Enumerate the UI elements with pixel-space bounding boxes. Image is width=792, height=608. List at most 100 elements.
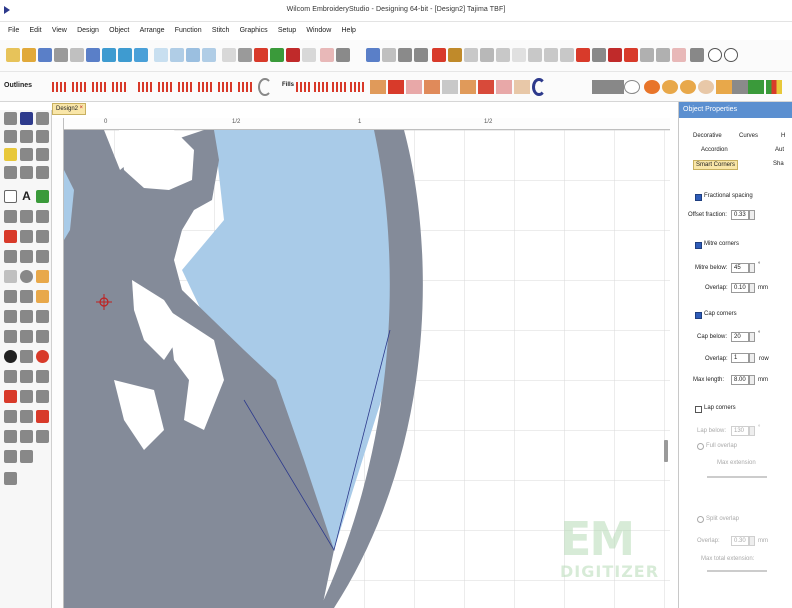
3d-icon[interactable] <box>640 48 654 62</box>
rectangle-icon[interactable] <box>4 190 17 203</box>
max-length-field[interactable]: 8.00 <box>731 375 749 385</box>
tool-icon[interactable] <box>20 430 33 443</box>
monogram-icon[interactable] <box>36 190 49 203</box>
mitre-corners-checkbox[interactable] <box>695 242 702 249</box>
fractional-spacing-checkbox[interactable] <box>695 194 702 201</box>
transform-icon[interactable] <box>36 130 49 143</box>
tool-icon[interactable] <box>4 350 17 363</box>
document-tab[interactable]: Design2 × <box>52 103 86 115</box>
tool-icon[interactable] <box>20 390 33 403</box>
tool-icon[interactable] <box>20 410 33 423</box>
open-folder-icon[interactable] <box>22 48 36 62</box>
cap-corners-checkbox[interactable] <box>695 312 702 319</box>
tool-icon[interactable] <box>36 410 49 423</box>
curve-icon[interactable] <box>258 78 272 96</box>
tool-icon[interactable] <box>36 390 49 403</box>
reshape-icon[interactable] <box>366 48 380 62</box>
tool-icon[interactable] <box>4 250 17 263</box>
stitch-effect-icon[interactable] <box>480 48 494 62</box>
fill-radial-icon[interactable] <box>496 80 512 94</box>
tool-icon[interactable] <box>20 330 33 343</box>
copy-icon[interactable] <box>86 48 100 62</box>
appliqué-icon[interactable] <box>624 48 638 62</box>
tool-icon[interactable] <box>20 450 33 463</box>
stitch-effect-icon[interactable] <box>448 48 462 62</box>
pattern-icon[interactable] <box>414 48 428 62</box>
stitch-effect-icon[interactable] <box>512 48 526 62</box>
tool-icon[interactable] <box>20 270 33 283</box>
spinner-icon[interactable] <box>749 210 755 220</box>
menu-setup[interactable]: Setup <box>274 24 300 37</box>
select-arrow-icon[interactable] <box>20 112 33 125</box>
fill-trapunto-icon[interactable] <box>460 80 476 94</box>
split-overlap-radio[interactable] <box>697 516 704 523</box>
outline-satin-icon[interactable] <box>158 82 174 92</box>
trim-icon[interactable] <box>336 48 350 62</box>
travel-icon[interactable] <box>320 48 334 62</box>
menu-window[interactable]: Window <box>302 24 335 37</box>
leaf-icon[interactable] <box>662 80 678 94</box>
arrow-icon[interactable] <box>748 80 764 94</box>
max-extension-slider[interactable] <box>707 476 767 478</box>
pen-icon[interactable] <box>592 80 608 94</box>
tool-icon[interactable] <box>4 430 17 443</box>
leaf-icon[interactable] <box>644 80 660 94</box>
tool-icon[interactable] <box>36 350 49 363</box>
ellipse-icon[interactable] <box>624 80 640 94</box>
knife-icon[interactable] <box>382 48 396 62</box>
rotate-icon[interactable] <box>4 130 17 143</box>
tool-icon[interactable] <box>20 230 33 243</box>
spinner-icon[interactable] <box>749 283 755 293</box>
tool-icon[interactable] <box>4 390 17 403</box>
menu-design[interactable]: Design <box>73 24 103 37</box>
fill-icon[interactable] <box>432 48 446 62</box>
tool-icon[interactable] <box>4 450 17 463</box>
tab-h[interactable]: H <box>779 132 787 140</box>
cursor-icon[interactable] <box>690 48 704 62</box>
max-total-extension-slider[interactable] <box>707 570 767 572</box>
mitre-overlap-field[interactable]: 0.10 <box>731 283 749 293</box>
color-palette-icon[interactable] <box>766 80 782 94</box>
scrollbar-thumb[interactable] <box>664 440 668 462</box>
outline-blanket-icon[interactable] <box>238 82 254 92</box>
print-icon[interactable] <box>54 48 68 62</box>
full-overlap-radio[interactable] <box>697 443 704 450</box>
tool-icon[interactable] <box>20 350 33 363</box>
tool-icon[interactable] <box>4 330 17 343</box>
check-icon[interactable] <box>270 48 284 62</box>
outline-run-icon[interactable] <box>52 82 68 92</box>
offset-fraction-field[interactable]: 0.33 <box>731 210 749 220</box>
menu-edit[interactable]: Edit <box>26 24 46 37</box>
stitch-effect-icon[interactable] <box>560 48 574 62</box>
fill-tatami-icon[interactable] <box>370 80 386 94</box>
tab-curves[interactable]: Curves <box>737 132 760 140</box>
tool-icon[interactable] <box>36 230 49 243</box>
outline-stemstitch-icon[interactable] <box>112 82 128 92</box>
fill-satin-icon[interactable] <box>350 82 366 92</box>
color-icon[interactable] <box>576 48 590 62</box>
split-overlap-field[interactable]: 0.30 <box>731 536 749 546</box>
tool-icon[interactable] <box>36 250 49 263</box>
spinner-icon[interactable] <box>749 426 755 436</box>
fill-satin-icon[interactable] <box>296 82 312 92</box>
stitch-list-icon[interactable] <box>118 48 132 62</box>
outline-triple-icon[interactable] <box>72 82 88 92</box>
tool-icon[interactable] <box>36 270 49 283</box>
outline-satin-icon[interactable] <box>138 82 154 92</box>
fill-contour-icon[interactable] <box>478 80 494 94</box>
tab-auto[interactable]: Aut <box>773 146 786 154</box>
tool-icon[interactable] <box>20 290 33 303</box>
grid-icon[interactable] <box>222 48 236 62</box>
tool-icon[interactable] <box>36 330 49 343</box>
palette-icon[interactable] <box>608 48 622 62</box>
branching-icon[interactable] <box>398 48 412 62</box>
outline-blanket-icon[interactable] <box>218 82 234 92</box>
lap-below-field[interactable]: 130 <box>731 426 749 436</box>
close-icon[interactable]: × <box>79 105 83 111</box>
cut-icon[interactable] <box>70 48 84 62</box>
tool-icon[interactable] <box>20 250 33 263</box>
tool-icon[interactable] <box>4 230 17 243</box>
outline-blanket-icon[interactable] <box>198 82 214 92</box>
tab-shape[interactable]: Sha <box>771 160 786 168</box>
stamp-icon[interactable] <box>732 80 748 94</box>
